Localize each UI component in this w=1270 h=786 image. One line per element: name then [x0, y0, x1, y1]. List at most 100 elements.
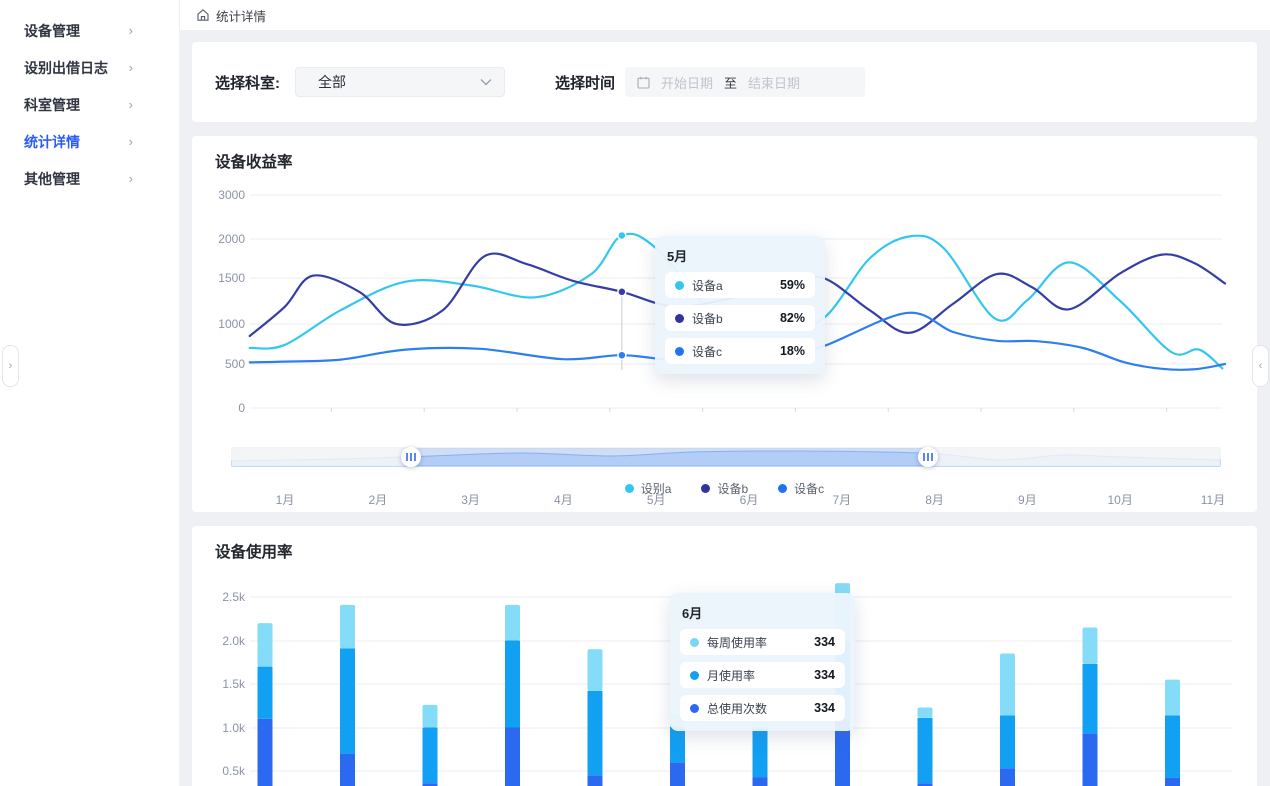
bar-segment[interactable] [505, 641, 520, 728]
hover-point-marker [618, 231, 626, 239]
bar-segment[interactable] [588, 649, 603, 691]
date-range-picker[interactable]: 开始日期 至 结束日期 [625, 67, 865, 97]
bar-segment[interactable] [505, 605, 520, 641]
sidebar-item-label: 设备管理 [24, 21, 80, 41]
sidebar-item-other-management[interactable]: 其他管理 › [0, 160, 179, 197]
bar-segment[interactable] [505, 728, 520, 786]
datazoom-left-handle[interactable] [401, 447, 421, 467]
hover-point-marker [618, 351, 626, 359]
axis-tick-label: 3000 [200, 188, 245, 202]
department-filter-label: 选择科室: [215, 42, 280, 122]
series-dot-icon [675, 347, 684, 356]
legend-dot-icon [701, 484, 710, 493]
bar-segment[interactable] [1083, 627, 1098, 664]
bar-segment[interactable] [340, 754, 355, 786]
tooltip-series-value: 82% [762, 311, 805, 325]
bar-segment[interactable] [588, 775, 603, 786]
legend-item[interactable]: 设别a [625, 480, 672, 497]
bar-segment[interactable] [1000, 715, 1015, 768]
axis-tick-label: 0 [200, 401, 245, 415]
hover-point-marker [618, 288, 626, 296]
chevron-right-icon: › [129, 23, 133, 38]
legend-item[interactable]: 设备b [701, 480, 748, 497]
legend-item[interactable]: 设备c [778, 480, 824, 497]
axis-tick-label: 2000 [200, 232, 245, 246]
sidebar-item-department-management[interactable]: 科室管理 › [0, 86, 179, 123]
bar-segment[interactable] [918, 707, 933, 717]
bar-segment[interactable] [1165, 680, 1180, 716]
sidebar-item-label: 其他管理 [24, 169, 80, 189]
chevron-down-icon [480, 78, 492, 86]
datazoom-right-handle[interactable] [918, 447, 938, 467]
legend-dot-icon [625, 484, 634, 493]
series-dot-icon [690, 638, 699, 647]
breadcrumb-label[interactable]: 统计详情 [216, 6, 266, 25]
bar-segment[interactable] [258, 719, 273, 786]
tooltip-series-name: 总使用次数 [707, 700, 767, 717]
tooltip-series-name: 每周使用率 [707, 634, 767, 651]
bar-segment[interactable] [258, 623, 273, 667]
revenue-line-chart: 300020001500100050001月2月3月4月5月6月7月8月9月10… [192, 136, 1257, 512]
usage-chart-card: 设备使用率 2.5k2.0k1.5k1.0k0.5k6月每周使用率334月使用率… [192, 526, 1257, 786]
tooltip-series-value: 334 [796, 701, 835, 715]
expand-left-panel-button[interactable]: › [2, 345, 19, 387]
axis-tick-label: 1000 [200, 317, 245, 331]
bar-segment[interactable] [423, 705, 438, 728]
bar-segment[interactable] [340, 605, 355, 649]
sidebar-item-label: 设别出借日志 [24, 58, 108, 78]
calendar-icon [637, 76, 650, 89]
bar-segment[interactable] [753, 777, 768, 786]
tooltip-row: 总使用次数 334 [680, 695, 845, 721]
bar-segment[interactable] [753, 728, 768, 777]
bar-segment[interactable] [1165, 778, 1180, 786]
chevron-right-icon: › [129, 97, 133, 112]
chevron-right-icon: › [129, 60, 133, 75]
series-dot-icon [690, 704, 699, 713]
bar-segment[interactable] [1000, 768, 1015, 786]
bar-segment[interactable] [588, 691, 603, 775]
tooltip-series-name: 设备a [692, 277, 723, 294]
bar-segment[interactable] [258, 667, 273, 719]
tooltip-series-name: 设备b [692, 310, 723, 327]
chevron-right-icon: › [129, 134, 133, 149]
range-separator: 至 [724, 73, 737, 92]
chart-tooltip: 5月设备a59%设备b82%设备c18% [655, 236, 825, 374]
chart-tooltip: 6月每周使用率334 月使用率 334总使用次数 334 [670, 593, 855, 731]
axis-tick-label: 1.0k [200, 721, 245, 735]
bar-segment[interactable] [670, 762, 685, 786]
sidebar: 设备管理 › 设别出借日志 › 科室管理 › 统计详情 › 其他管理 › [0, 0, 180, 786]
chevron-left-icon: ‹ [1259, 360, 1263, 372]
start-date-placeholder[interactable]: 开始日期 [661, 73, 713, 92]
filter-panel: 选择科室: 全部 选择时间 开始日期 至 结束日期 [192, 42, 1257, 122]
axis-tick-label: 1500 [200, 271, 245, 285]
home-icon [196, 8, 210, 22]
chevron-right-icon: › [129, 171, 133, 186]
app-root: 设备管理 › 设别出借日志 › 科室管理 › 统计详情 › 其他管理 › 统计详… [0, 0, 1270, 786]
tooltip-row: 设备b 82% [665, 305, 815, 331]
legend-dot-icon [778, 484, 787, 493]
sidebar-item-statistics-detail[interactable]: 统计详情 › [0, 123, 179, 160]
collapse-right-panel-button[interactable]: ‹ [1252, 345, 1269, 387]
legend-label: 设别a [641, 480, 672, 497]
bar-segment[interactable] [1165, 715, 1180, 778]
tooltip-title: 6月 [682, 603, 845, 622]
bar-segment[interactable] [1000, 654, 1015, 716]
department-select[interactable]: 全部 [295, 67, 505, 97]
tooltip-row: 设备c18% [665, 338, 815, 364]
tooltip-title: 5月 [667, 246, 815, 265]
chevron-right-icon: › [9, 360, 13, 372]
bar-segment[interactable] [423, 728, 438, 784]
tooltip-series-name: 月使用率 [707, 667, 755, 684]
bar-segment[interactable] [1083, 664, 1098, 734]
sidebar-item-label: 统计详情 [24, 132, 80, 152]
bar-segment[interactable] [1083, 734, 1098, 786]
bar-segment[interactable] [918, 718, 933, 783]
tooltip-row: 每周使用率334 [680, 629, 845, 655]
axis-tick-label: 500 [200, 357, 245, 371]
end-date-placeholder[interactable]: 结束日期 [748, 73, 800, 92]
sidebar-item-device-management[interactable]: 设备管理 › [0, 12, 179, 49]
bar-segment[interactable] [340, 648, 355, 753]
series-dot-icon [690, 671, 699, 680]
bar-segment[interactable] [670, 727, 685, 763]
sidebar-item-lending-log[interactable]: 设别出借日志 › [0, 49, 179, 86]
